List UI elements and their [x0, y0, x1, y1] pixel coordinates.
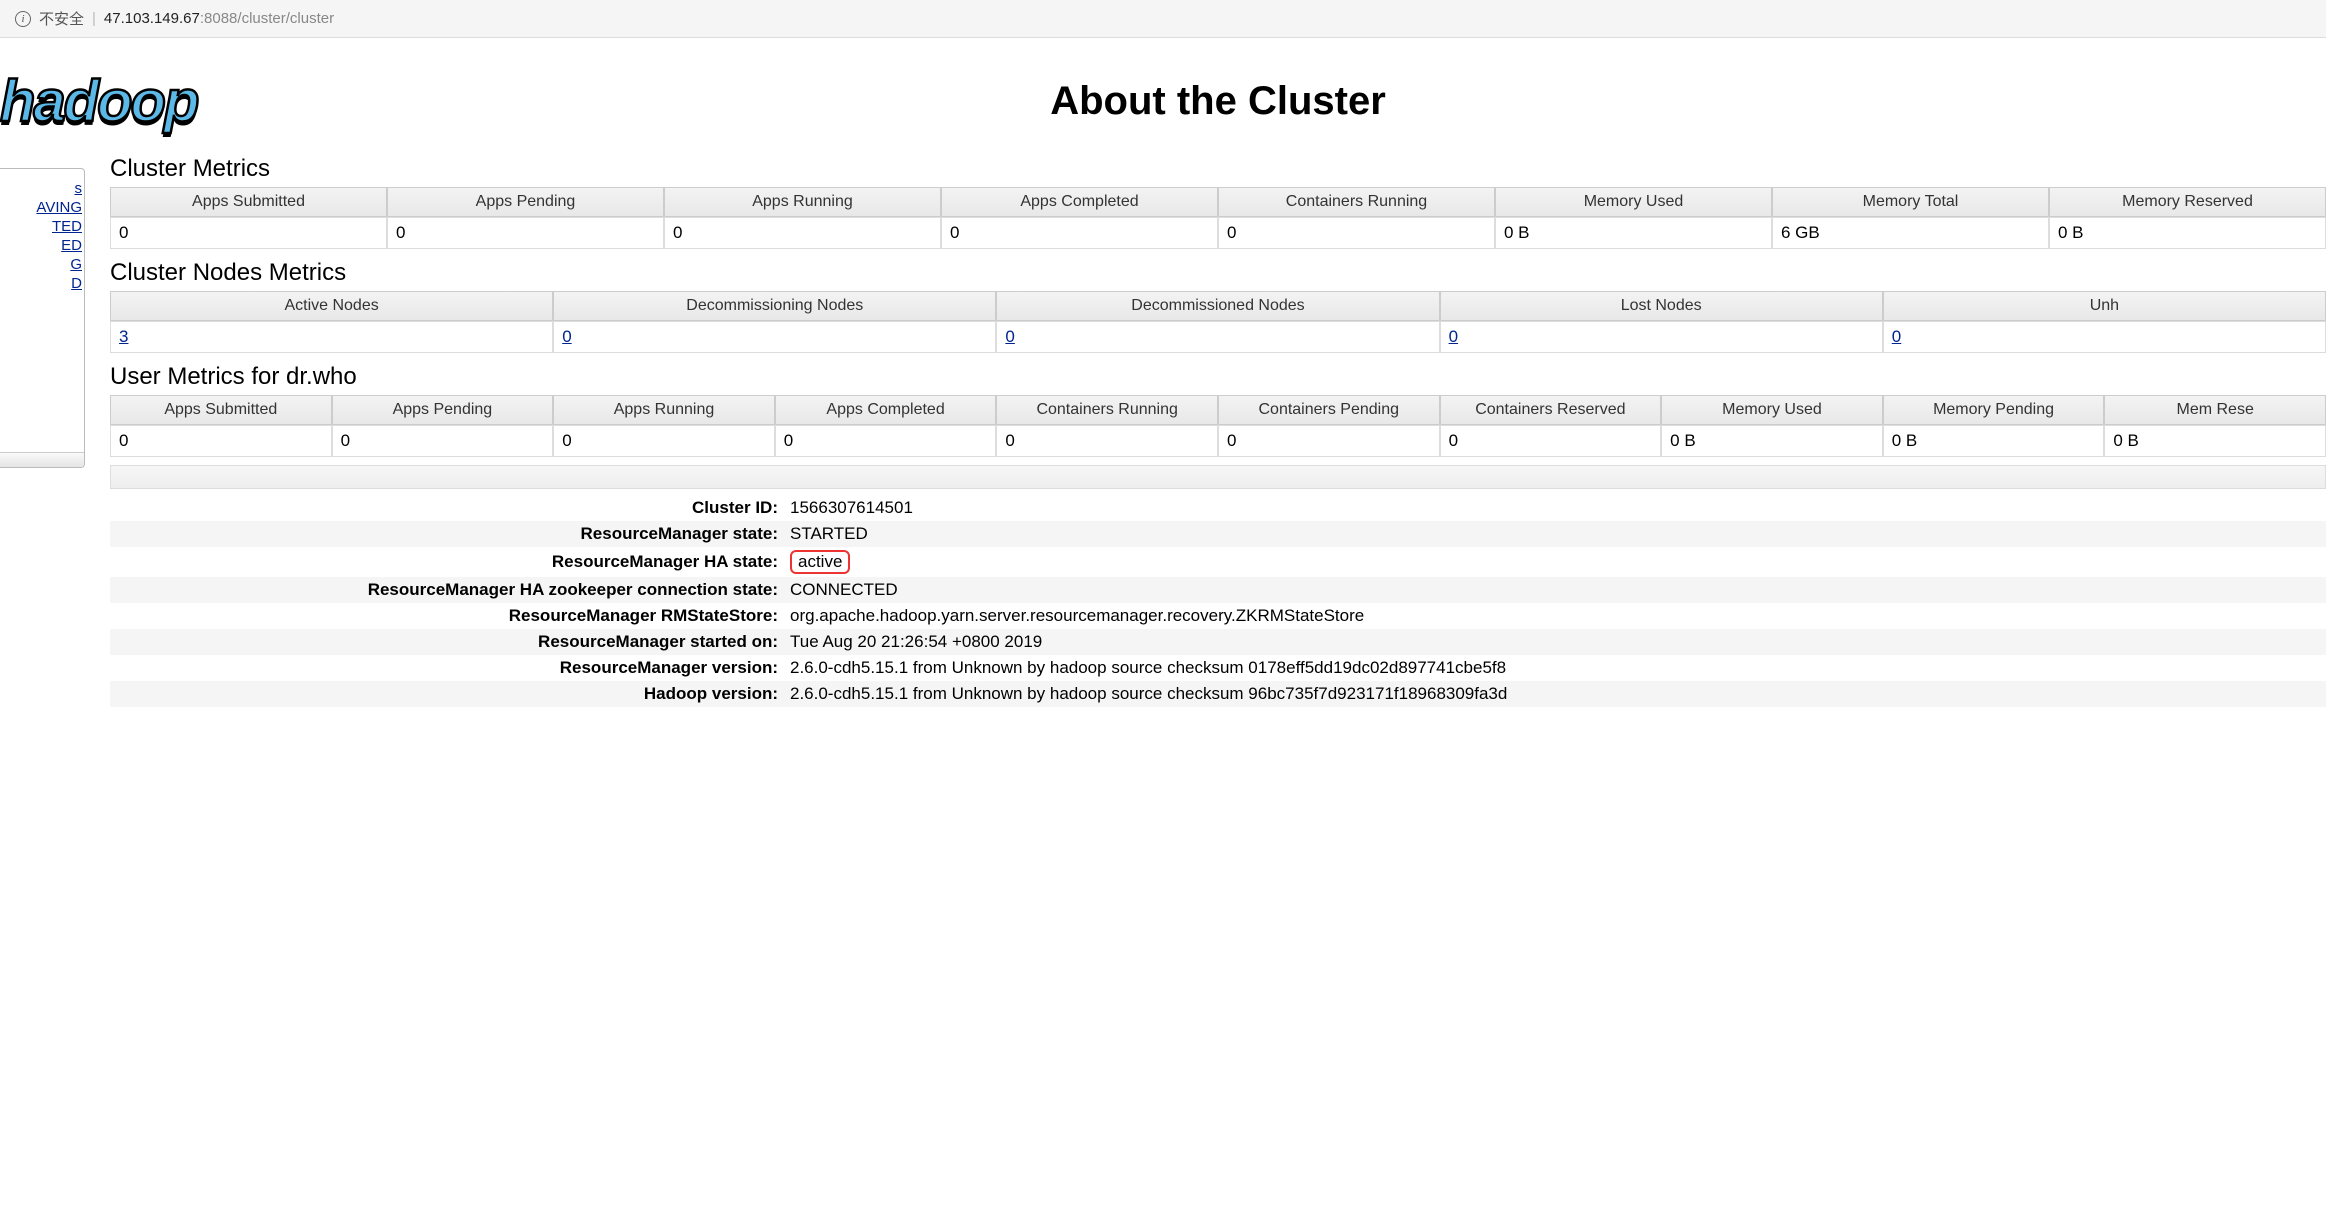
- table-header: Apps Submitted: [110, 187, 387, 217]
- table-cell-link[interactable]: 3: [119, 327, 128, 346]
- user-metrics-table: Apps SubmittedApps PendingApps RunningAp…: [110, 395, 2326, 457]
- table-header: Unh: [1883, 291, 2326, 321]
- table-cell: 0: [1218, 425, 1440, 457]
- address-host: 47.103.149.67: [104, 10, 200, 27]
- detail-label: ResourceManager HA state:: [110, 552, 790, 572]
- table-cell: 0: [941, 217, 1218, 249]
- info-band: [110, 465, 2326, 489]
- insecure-label: 不安全: [39, 8, 84, 29]
- table-header: Memory Total: [1772, 187, 2049, 217]
- table-header: Containers Running: [1218, 187, 1495, 217]
- detail-row: Cluster ID:1566307614501: [110, 495, 2326, 521]
- table-header: Apps Pending: [387, 187, 664, 217]
- address-path: :8088/cluster/cluster: [200, 10, 334, 27]
- table-cell: 0 B: [2049, 217, 2326, 249]
- detail-value: org.apache.hadoop.yarn.server.resourcema…: [790, 606, 2326, 626]
- table-cell-link[interactable]: 0: [1449, 327, 1458, 346]
- table-header: Memory Pending: [1883, 395, 2105, 425]
- cluster-metrics-title: Cluster Metrics: [110, 155, 2326, 183]
- logo-text: hadoop: [0, 68, 197, 135]
- table-cell: 0: [1440, 321, 1883, 353]
- table-cell-link[interactable]: 0: [1892, 327, 1901, 346]
- user-metrics-title: User Metrics for dr.who: [110, 363, 2326, 391]
- table-cell: 0: [387, 217, 664, 249]
- table-header: Apps Running: [553, 395, 775, 425]
- hadoop-logo: hadoop: [110, 68, 197, 135]
- browser-address-bar[interactable]: i 不安全 | 47.103.149.67:8088/cluster/clust…: [0, 0, 2326, 38]
- table-header: Lost Nodes: [1440, 291, 1883, 321]
- table-header: Containers Reserved: [1440, 395, 1662, 425]
- table-cell: 0: [996, 425, 1218, 457]
- detail-value: STARTED: [790, 524, 2326, 544]
- table-header: Decommissioned Nodes: [996, 291, 1439, 321]
- address-separator: |: [92, 10, 96, 27]
- table-header: Containers Running: [996, 395, 1218, 425]
- detail-value: 2.6.0-cdh5.15.1 from Unknown by hadoop s…: [790, 684, 2326, 704]
- detail-label: ResourceManager RMStateStore:: [110, 606, 790, 626]
- table-cell: 0: [110, 425, 332, 457]
- nodes-metrics-title: Cluster Nodes Metrics: [110, 259, 2326, 287]
- table-cell: 0: [664, 217, 941, 249]
- table-header: Decommissioning Nodes: [553, 291, 996, 321]
- table-cell: 0: [332, 425, 554, 457]
- table-cell: 0: [775, 425, 997, 457]
- cluster-metrics-table: Apps SubmittedApps PendingApps RunningAp…: [110, 187, 2326, 249]
- table-cell-link[interactable]: 0: [562, 327, 571, 346]
- table-header: Mem Rese: [2104, 395, 2326, 425]
- info-icon: i: [15, 11, 31, 27]
- page-title: About the Cluster: [1050, 79, 1386, 124]
- detail-row: ResourceManager state:STARTED: [110, 521, 2326, 547]
- table-header: Apps Completed: [775, 395, 997, 425]
- cluster-details: Cluster ID:1566307614501ResourceManager …: [110, 495, 2326, 707]
- detail-label: Hadoop version:: [110, 684, 790, 704]
- detail-row: ResourceManager version:2.6.0-cdh5.15.1 …: [110, 655, 2326, 681]
- table-cell: 0 B: [2104, 425, 2326, 457]
- detail-row: ResourceManager started on:Tue Aug 20 21…: [110, 629, 2326, 655]
- detail-row: ResourceManager HA zookeeper connection …: [110, 577, 2326, 603]
- table-cell: 0: [553, 425, 775, 457]
- detail-label: ResourceManager started on:: [110, 632, 790, 652]
- table-cell: 0 B: [1883, 425, 2105, 457]
- detail-label: ResourceManager HA zookeeper connection …: [110, 580, 790, 600]
- table-cell: 0: [1218, 217, 1495, 249]
- table-cell: 0: [110, 217, 387, 249]
- detail-label: ResourceManager state:: [110, 524, 790, 544]
- main-content: hadoop About the Cluster Cluster Metrics…: [0, 38, 2326, 727]
- detail-label: Cluster ID:: [110, 498, 790, 518]
- table-header: Memory Reserved: [2049, 187, 2326, 217]
- detail-value: active: [790, 550, 2326, 574]
- table-header: Apps Submitted: [110, 395, 332, 425]
- table-cell: 6 GB: [1772, 217, 2049, 249]
- table-header: Active Nodes: [110, 291, 553, 321]
- highlight-annotation: active: [790, 550, 850, 574]
- table-header: Memory Used: [1661, 395, 1883, 425]
- table-cell: 0: [996, 321, 1439, 353]
- table-cell: 0 B: [1661, 425, 1883, 457]
- detail-row: ResourceManager RMStateStore:org.apache.…: [110, 603, 2326, 629]
- detail-value: 2.6.0-cdh5.15.1 from Unknown by hadoop s…: [790, 658, 2326, 678]
- table-cell: 3: [110, 321, 553, 353]
- table-header: Memory Used: [1495, 187, 1772, 217]
- detail-row: ResourceManager HA state:active: [110, 547, 2326, 577]
- table-cell: 0: [1440, 425, 1662, 457]
- detail-value: 1566307614501: [790, 498, 2326, 518]
- nodes-metrics-table: Active NodesDecommissioning NodesDecommi…: [110, 291, 2326, 353]
- table-cell: 0: [1883, 321, 2326, 353]
- detail-row: Hadoop version:2.6.0-cdh5.15.1 from Unkn…: [110, 681, 2326, 707]
- table-header: Apps Running: [664, 187, 941, 217]
- table-header: Apps Completed: [941, 187, 1218, 217]
- address-url: 47.103.149.67:8088/cluster/cluster: [104, 10, 334, 27]
- table-cell-link[interactable]: 0: [1005, 327, 1014, 346]
- detail-value: CONNECTED: [790, 580, 2326, 600]
- table-header: Containers Pending: [1218, 395, 1440, 425]
- table-cell: 0: [553, 321, 996, 353]
- table-cell: 0 B: [1495, 217, 1772, 249]
- table-header: Apps Pending: [332, 395, 554, 425]
- detail-label: ResourceManager version:: [110, 658, 790, 678]
- detail-value: Tue Aug 20 21:26:54 +0800 2019: [790, 632, 2326, 652]
